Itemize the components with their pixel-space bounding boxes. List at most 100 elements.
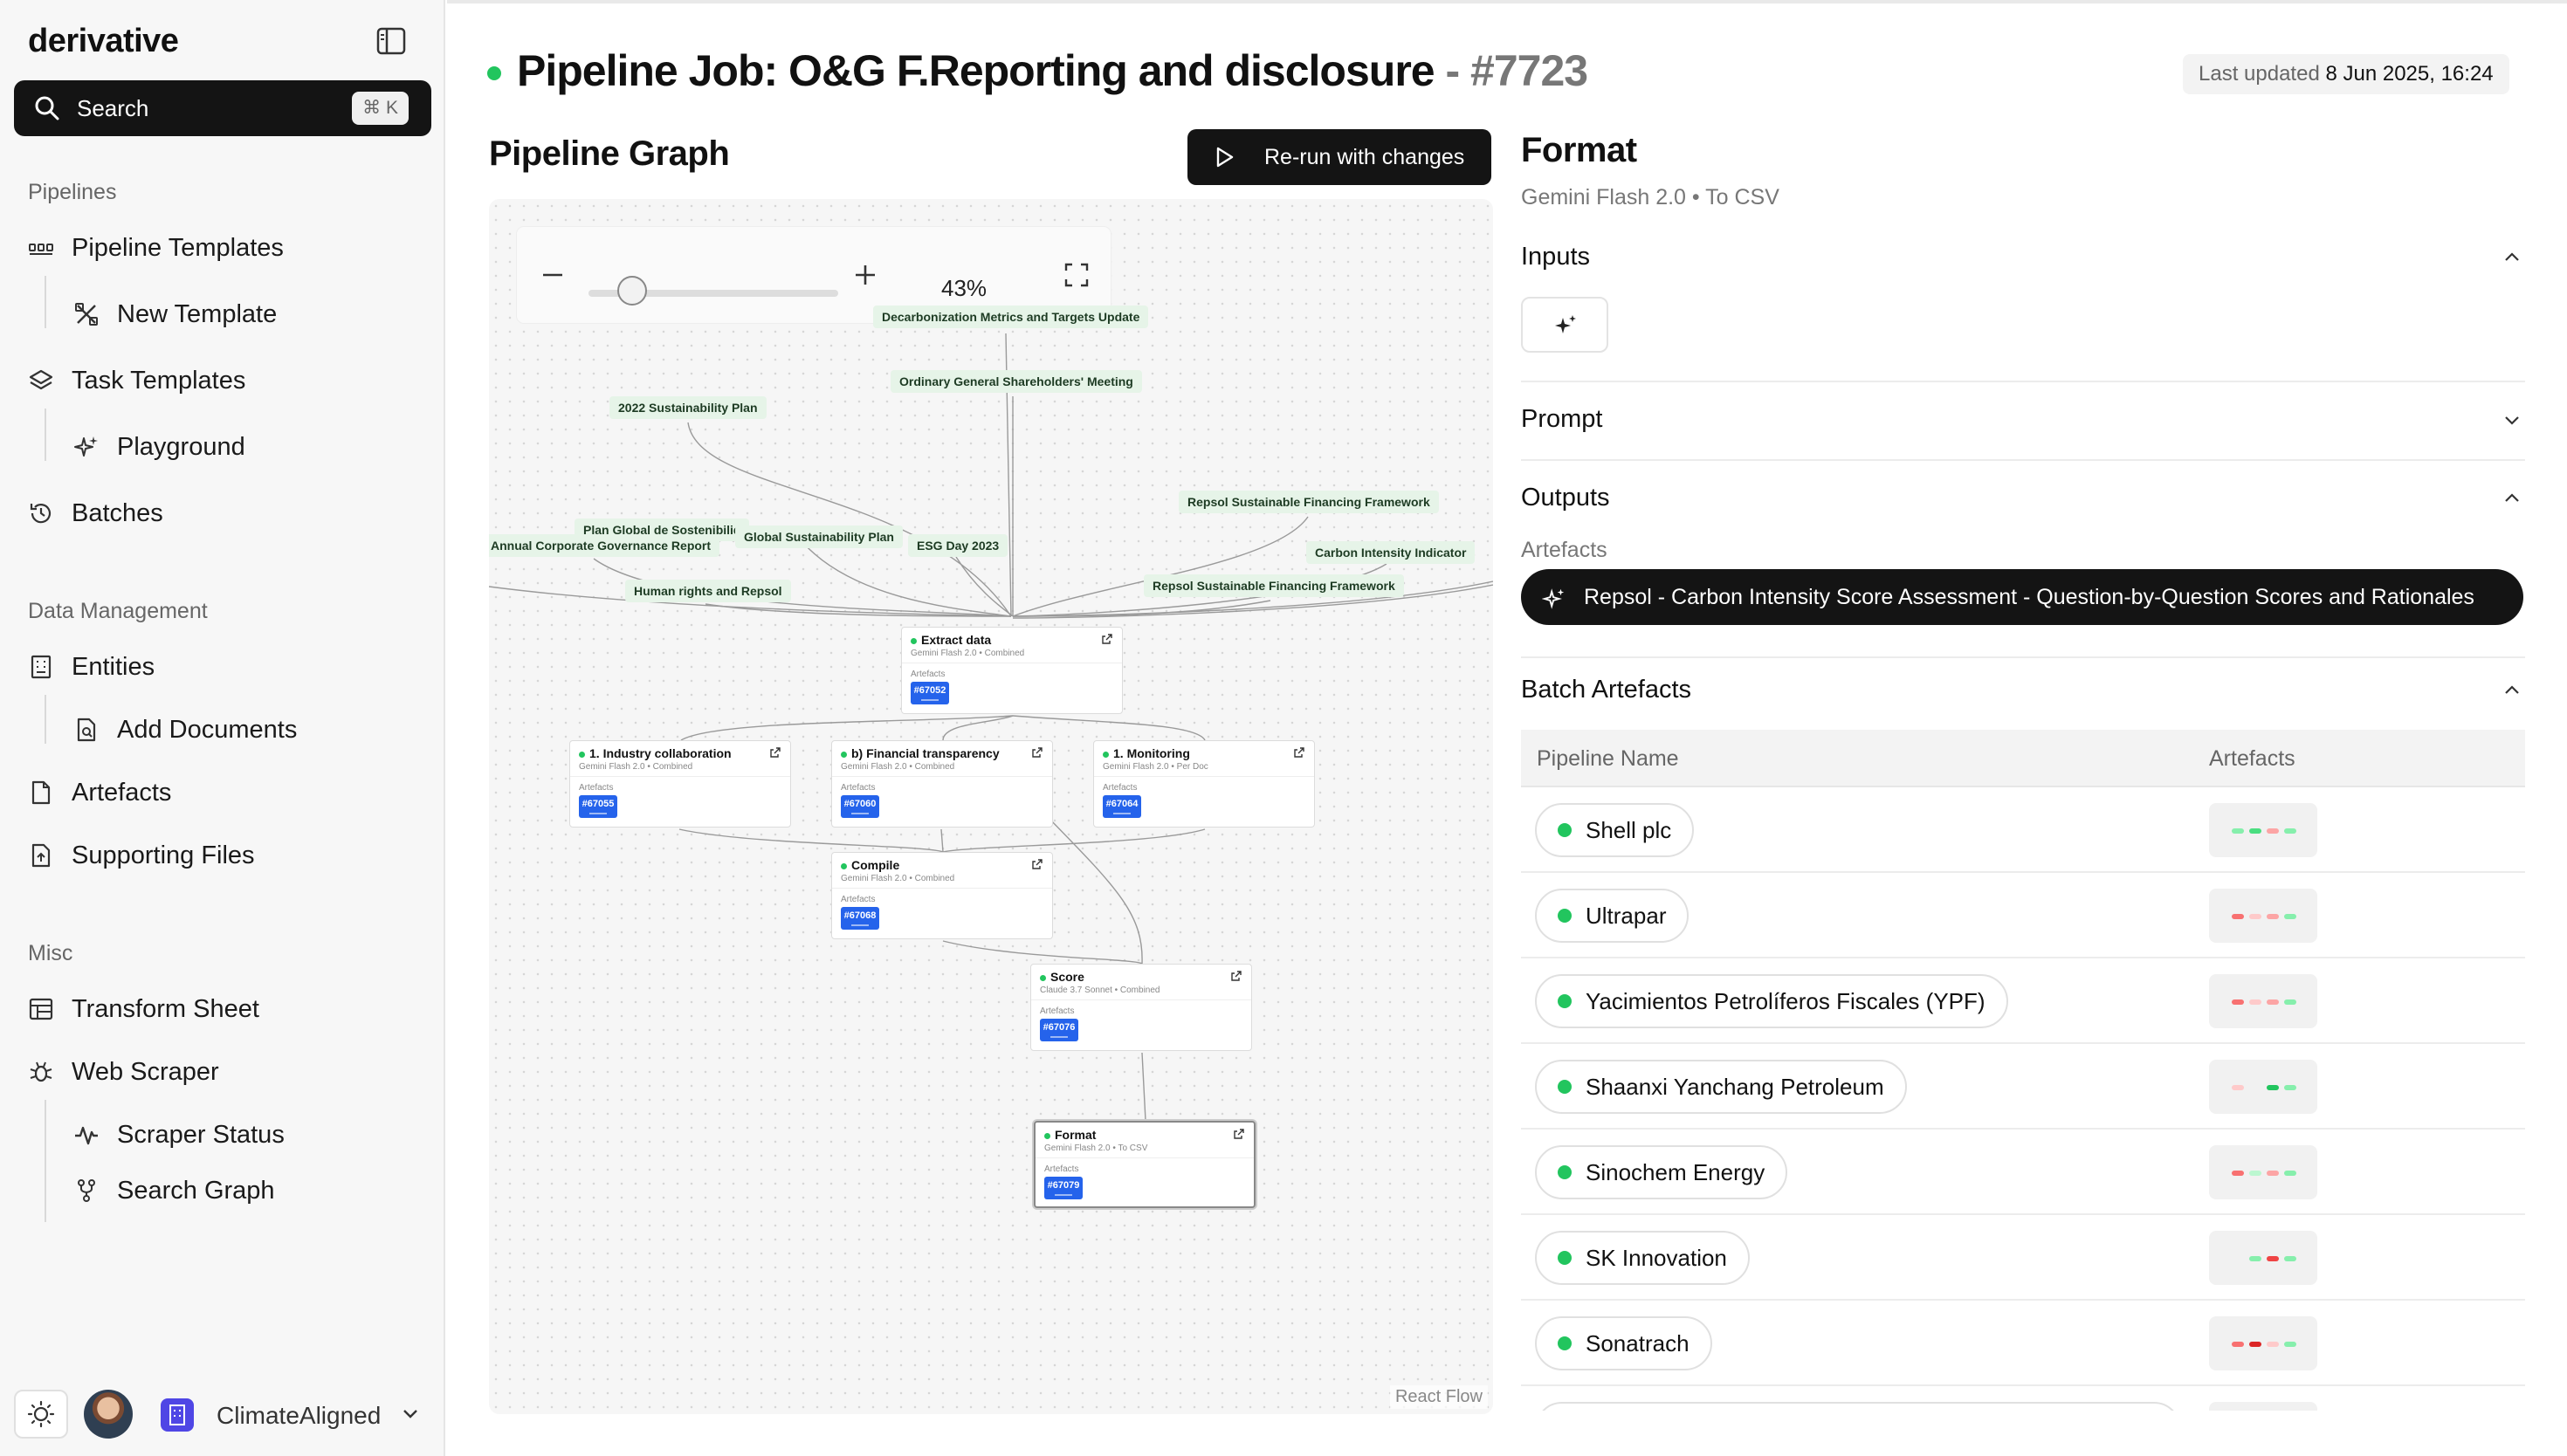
zoom-out-icon[interactable] bbox=[538, 260, 568, 290]
graph-node-industry-collaboration[interactable]: 1. Industry collaboration Gemini Flash 2… bbox=[569, 740, 791, 828]
sidebar-item-batches[interactable]: Batches bbox=[28, 489, 163, 538]
external-link-icon[interactable] bbox=[1031, 746, 1043, 759]
sidebar-item-scraper-status[interactable]: Scraper Status bbox=[73, 1110, 285, 1159]
job-id: - #7723 bbox=[1434, 46, 1588, 95]
external-link-icon[interactable] bbox=[769, 746, 781, 759]
graph-node-format[interactable]: Format Gemini Flash 2.0 • To CSV Artefac… bbox=[1034, 1121, 1256, 1208]
artefact-chip[interactable]: #67079 bbox=[1044, 1177, 1083, 1199]
pipeline-chip[interactable]: SK Innovation bbox=[1535, 1231, 1750, 1285]
sidebar-item-new-template[interactable]: New Template bbox=[73, 290, 277, 339]
artefact-chip[interactable]: #67068 bbox=[841, 907, 879, 930]
pipeline-chip[interactable]: Yacimientos Petrolíferos Fiscales (YPF) bbox=[1535, 974, 2008, 1028]
doc-node[interactable]: Global Sustainability Plan bbox=[735, 525, 903, 548]
sidebar: derivative Search ⌘ K Pipelines Pipeline… bbox=[0, 0, 445, 1456]
artefact-status-bars[interactable] bbox=[2209, 1060, 2317, 1114]
artefact-status-bars[interactable] bbox=[2209, 1231, 2317, 1285]
artefact-chip[interactable]: #67076 bbox=[1040, 1019, 1078, 1041]
status-dot bbox=[1558, 1080, 1572, 1094]
artefact-status-bars[interactable] bbox=[2209, 1402, 2317, 1411]
chevron-up-icon[interactable] bbox=[2501, 679, 2523, 702]
artefact-chip[interactable]: #67055 bbox=[579, 795, 617, 818]
doc-node[interactable]: ESG Day 2023 bbox=[908, 534, 1008, 557]
sidebar-item-search-graph[interactable]: Search Graph bbox=[73, 1166, 275, 1215]
sidebar-item-playground[interactable]: Playground bbox=[73, 422, 245, 471]
sidebar-toggle-icon[interactable] bbox=[375, 26, 410, 58]
search-button[interactable]: Search ⌘ K bbox=[14, 80, 431, 136]
graph-node-compile[interactable]: Compile Gemini Flash 2.0 • Combined Arte… bbox=[831, 852, 1053, 939]
doc-node[interactable]: 2022 Sustainability Plan bbox=[609, 396, 767, 419]
graph-node-monitoring[interactable]: 1. Monitoring Gemini Flash 2.0 • Per Doc… bbox=[1093, 740, 1315, 828]
chevron-down-icon[interactable] bbox=[398, 1402, 423, 1426]
sidebar-item-entities[interactable]: Entities bbox=[28, 642, 155, 691]
section-inputs-header[interactable]: Inputs bbox=[1521, 243, 2525, 271]
artefact-status-bars[interactable] bbox=[2209, 1145, 2317, 1199]
fullscreen-icon[interactable] bbox=[1062, 260, 1091, 290]
page-title: Pipeline Job: O&G F.Reporting and disclo… bbox=[517, 45, 1588, 96]
external-link-icon[interactable] bbox=[1230, 970, 1242, 982]
table-header: Pipeline Name Artefacts bbox=[1521, 730, 2525, 787]
table-row: Sonatrach bbox=[1521, 1301, 2525, 1386]
node-subtitle: Gemini Flash 2.0 • Combined bbox=[579, 762, 693, 772]
pipeline-chip[interactable]: Shell plc bbox=[1535, 803, 1695, 857]
artefact-status-bars[interactable] bbox=[2209, 889, 2317, 943]
search-label: Search bbox=[77, 95, 149, 121]
sidebar-item-transform-sheet[interactable]: Transform Sheet bbox=[28, 985, 259, 1034]
node-divider bbox=[1031, 999, 1251, 1000]
sidebar-item-pipeline-templates[interactable]: Pipeline Templates bbox=[28, 223, 284, 272]
sidebar-item-label: Transform Sheet bbox=[72, 994, 259, 1023]
section-prompt-header[interactable]: Prompt bbox=[1521, 405, 2525, 434]
chevron-down-icon[interactable] bbox=[2501, 409, 2523, 431]
pipeline-chip[interactable]: Sinochem Energy bbox=[1535, 1145, 1788, 1199]
zoom-in-icon[interactable] bbox=[850, 260, 880, 290]
add-input-button[interactable] bbox=[1521, 297, 1608, 353]
pipeline-icon bbox=[28, 235, 54, 261]
doc-node[interactable]: Repsol Sustainable Financing Framework bbox=[1144, 574, 1404, 597]
doc-node[interactable]: Annual Corporate Governance Report bbox=[489, 534, 720, 557]
sidebar-item-add-documents[interactable]: Add Documents bbox=[73, 705, 297, 754]
sidebar-item-artefacts[interactable]: Artefacts bbox=[28, 768, 171, 817]
doc-node[interactable]: Human rights and Repsol bbox=[625, 580, 791, 602]
pipeline-chip[interactable]: Sonatrach bbox=[1535, 1316, 1712, 1370]
doc-node[interactable]: Repsol Sustainable Financing Framework bbox=[1179, 491, 1439, 513]
doc-node[interactable]: Ordinary General Shareholders' Meeting bbox=[891, 370, 1142, 393]
avatar[interactable] bbox=[84, 1390, 133, 1439]
pipeline-graph-canvas[interactable]: 43% Decarbonization Metrics and Targets … bbox=[489, 199, 1493, 1414]
pipeline-chip[interactable]: Ultrapar bbox=[1535, 889, 1690, 943]
status-dot bbox=[1558, 823, 1572, 837]
pipeline-chip[interactable] bbox=[1535, 1402, 2181, 1411]
artefact-status-bars[interactable] bbox=[2209, 803, 2317, 857]
node-artefacts-label: Artefacts bbox=[841, 895, 876, 904]
theme-toggle-button[interactable] bbox=[14, 1390, 68, 1439]
react-flow-attribution[interactable]: React Flow bbox=[1389, 1385, 1488, 1409]
sidebar-item-supporting-files[interactable]: Supporting Files bbox=[28, 831, 255, 880]
zoom-slider-thumb[interactable] bbox=[616, 276, 647, 306]
graph-node-extract-data[interactable]: Extract data Gemini Flash 2.0 • Combined… bbox=[901, 627, 1123, 714]
doc-node[interactable]: Decarbonization Metrics and Targets Upda… bbox=[873, 306, 1149, 328]
section-batch-artefacts-header[interactable]: Batch Artefacts bbox=[1521, 676, 2525, 704]
artefact-chip[interactable]: #67064 bbox=[1103, 795, 1141, 818]
sidebar-item-task-templates[interactable]: Task Templates bbox=[28, 356, 245, 405]
doc-node[interactable]: Carbon Intensity Indicator bbox=[1306, 541, 1476, 564]
external-link-icon[interactable] bbox=[1101, 633, 1113, 645]
rerun-button[interactable]: Re-run with changes bbox=[1187, 129, 1491, 185]
external-link-icon[interactable] bbox=[1233, 1128, 1245, 1140]
status-dot bbox=[1558, 1165, 1572, 1179]
chevron-up-icon[interactable] bbox=[2501, 246, 2523, 269]
external-link-icon[interactable] bbox=[1293, 746, 1305, 759]
org-switcher[interactable]: ClimateAligned bbox=[217, 1402, 381, 1430]
node-status-dot bbox=[911, 638, 917, 644]
external-link-icon[interactable] bbox=[1031, 858, 1043, 870]
node-subtitle: Gemini Flash 2.0 • Combined bbox=[841, 874, 955, 883]
section-outputs-header[interactable]: Outputs bbox=[1521, 484, 2525, 512]
graph-node-score[interactable]: Score Claude 3.7 Sonnet • Combined Artef… bbox=[1030, 964, 1252, 1051]
artefact-status-bars[interactable] bbox=[2209, 974, 2317, 1028]
sidebar-item-web-scraper[interactable]: Web Scraper bbox=[28, 1047, 219, 1096]
artefact-status-bars[interactable] bbox=[2209, 1316, 2317, 1370]
artefact-chip[interactable]: #67052 bbox=[911, 682, 949, 704]
graph-node-financial-transparency[interactable]: b) Financial transparency Gemini Flash 2… bbox=[831, 740, 1053, 828]
pipeline-chip[interactable]: Shaanxi Yanchang Petroleum bbox=[1535, 1060, 1907, 1114]
artefact-chip[interactable]: #67060 bbox=[841, 795, 879, 818]
status-bar bbox=[2267, 1085, 2279, 1090]
chevron-up-icon[interactable] bbox=[2501, 487, 2523, 510]
output-artefact-pill[interactable]: Repsol - Carbon Intensity Score Assessme… bbox=[1521, 569, 2523, 625]
